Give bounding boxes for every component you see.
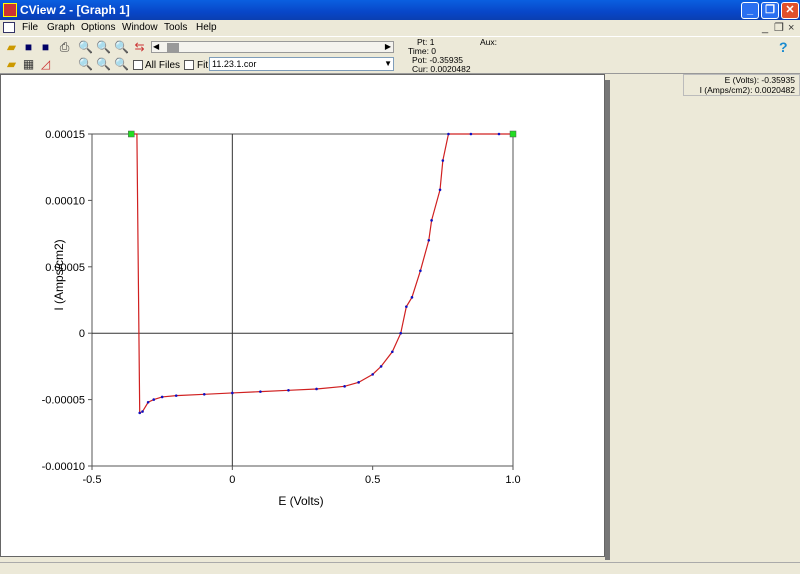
y-tick-label: 0.00010 — [45, 195, 85, 207]
zoom-fit-icon[interactable]: 🔍 — [114, 57, 129, 71]
save-icon[interactable]: ■ — [21, 40, 36, 54]
menu-tools[interactable]: Tools — [164, 20, 187, 36]
point-scrollbar[interactable]: ◀ ▶ — [151, 41, 394, 53]
help-icon[interactable]: ? — [779, 39, 788, 55]
all-files-label: All Files — [145, 60, 181, 71]
graph-window-shadow — [605, 80, 610, 560]
menu-graph[interactable]: Graph — [47, 20, 75, 36]
data-point — [174, 394, 178, 397]
data-point — [441, 159, 445, 162]
window-title: CView 2 - [Graph 1] — [20, 3, 130, 17]
data-line — [131, 133, 513, 414]
data-point — [315, 387, 318, 391]
x-tick-label: 0.5 — [365, 474, 380, 486]
menu-bar: File Graph Options Window Tools Help _ ❐… — [0, 20, 800, 36]
info-cur: Cur: 0.0020482 — [412, 64, 471, 74]
scroll-thumb[interactable] — [167, 43, 179, 52]
restore-button[interactable]: ❐ — [761, 2, 779, 19]
readout-i: I (Amps/cm2): 0.0020482 — [699, 85, 795, 95]
title-bar: CView 2 - [Graph 1] _ ❐ ✕ — [0, 0, 800, 20]
data-point — [141, 410, 144, 413]
cursor-readout: E (Volts): -0.35935 I (Amps/cm2): 0.0020… — [683, 74, 800, 96]
data-point — [427, 238, 431, 242]
x-tick-label: 0 — [229, 474, 235, 486]
status-bar — [0, 562, 800, 574]
endpoint-marker — [509, 130, 517, 138]
table-icon[interactable]: ▦ — [21, 57, 36, 71]
menu-file[interactable]: File — [22, 20, 38, 36]
x-axis-label: E (Volts) — [278, 494, 323, 508]
data-point — [202, 392, 206, 396]
mdi-close-button[interactable]: × — [788, 20, 794, 36]
data-point — [405, 305, 408, 308]
data-point — [410, 296, 414, 299]
x-tick-label: 1.0 — [505, 474, 520, 486]
endpoint-marker — [128, 130, 135, 138]
scroll-left-arrow-icon[interactable]: ◀ — [153, 42, 159, 51]
plot-frame — [91, 133, 514, 467]
data-point — [138, 411, 142, 415]
data-point — [231, 391, 234, 395]
scroll-right-arrow-icon[interactable]: ▶ — [385, 42, 391, 51]
close-button[interactable]: ✕ — [781, 2, 799, 19]
data-point — [399, 331, 403, 335]
zoom-3-icon[interactable]: 🔍 — [114, 40, 129, 54]
cursor-icon[interactable]: ⇆ — [132, 40, 147, 54]
data-point — [287, 389, 290, 392]
all-files-checkbox[interactable] — [133, 60, 143, 70]
data-point — [391, 350, 394, 354]
print-icon[interactable]: ⎙ — [57, 40, 72, 54]
y-tick-label: -0.00005 — [42, 395, 85, 407]
zoom-1-icon[interactable]: 🔍 — [78, 40, 93, 54]
data-point — [469, 132, 473, 136]
save-as-icon[interactable]: ■ — [38, 40, 53, 54]
data-point — [371, 373, 374, 376]
app-icon — [3, 3, 17, 17]
file-select-value: 11.23.1.cor — [212, 59, 257, 69]
doc-icon — [3, 22, 15, 33]
mdi-restore-button[interactable]: ❐ — [774, 20, 784, 36]
iv-chart[interactable]: -0.5 0 0.5 1.00.000150.000100.000050-0.0000… — [1, 75, 604, 556]
y-tick-label: -0.00010 — [42, 461, 85, 473]
y-tick-label: 0 — [79, 328, 85, 340]
file-select[interactable]: 11.23.1.cor ▼ — [209, 57, 394, 71]
data-point — [430, 219, 433, 222]
toolbar: ▰ ■ ■ ⎙ 🔍 🔍 🔍 ▰ ▦ ◿ 🔍 🔍 🔍 ⇆ ◀ ▶ All File… — [0, 36, 800, 74]
data-point — [379, 365, 383, 368]
data-point — [160, 395, 164, 399]
x-tick-label: -0.5 — [83, 474, 102, 486]
readout-e: E (Volts): -0.35935 — [724, 75, 795, 85]
data-point — [438, 188, 442, 192]
data-point — [146, 400, 150, 404]
zoom-out-icon[interactable]: 🔍 — [96, 57, 111, 71]
open-list-icon[interactable]: ▰ — [4, 57, 19, 71]
fit-label: Fit — [197, 60, 209, 71]
menu-options[interactable]: Options — [81, 20, 115, 36]
graph-window: -0.5 0 0.5 1.0 0.00015 0.00010 0.00005 0 -0.0000… — [0, 74, 605, 557]
graph-icon[interactable]: ◿ — [38, 57, 53, 71]
y-tick-label: 0.00015 — [45, 129, 85, 141]
chevron-down-icon[interactable]: ▼ — [384, 58, 392, 70]
info-aux: Aux: — [480, 37, 498, 47]
data-point — [152, 398, 156, 401]
mdi-minimize-button[interactable]: _ — [762, 20, 768, 36]
open-folder-icon[interactable]: ▰ — [4, 40, 19, 54]
menu-help[interactable]: Help — [196, 20, 217, 36]
zoom-2-icon[interactable]: 🔍 — [96, 40, 111, 54]
menu-window[interactable]: Window — [122, 20, 158, 36]
zoom-in-icon[interactable]: 🔍 — [78, 57, 93, 71]
data-point — [497, 132, 501, 136]
minimize-button[interactable]: _ — [741, 2, 759, 19]
data-point — [447, 132, 450, 136]
y-axis-label: I (Amps/cm2) — [52, 239, 66, 310]
data-point — [259, 390, 262, 393]
data-point — [343, 385, 346, 388]
fit-checkbox[interactable] — [184, 60, 194, 70]
data-point — [357, 381, 360, 384]
data-point — [419, 269, 422, 273]
